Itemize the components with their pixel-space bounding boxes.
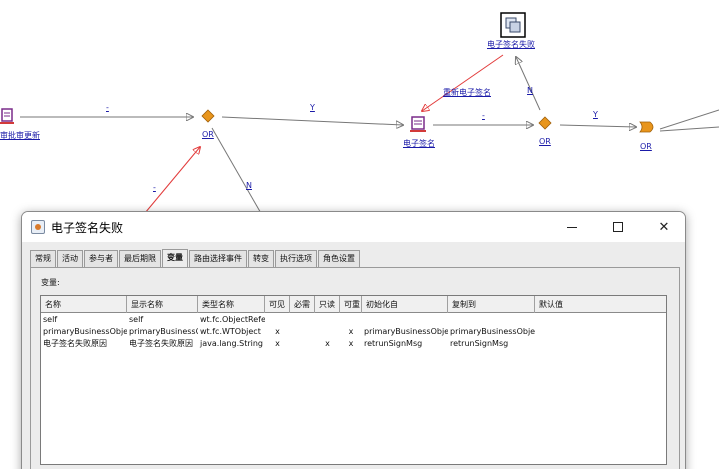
properties-dialog: 电子签名失败 ✕ 常规 活动 参与者 最后期限 变量 路由选择事件 转变 执行选… [21,211,686,469]
table-cell: wt.fc.WTObject [200,327,261,336]
table-cell: x [348,339,354,348]
tab-deadline[interactable]: 最后期限 [119,250,161,267]
table-cell: primaryBusinessObject [450,327,535,336]
table-row[interactable]: self self wt.fc.ObjectReference [41,314,666,326]
table-cell: retrunSignMsg [364,339,423,348]
table-cell: retrunSignMsg [450,339,509,348]
close-button[interactable]: ✕ [641,212,685,242]
table-cell [362,314,448,326]
maximize-button[interactable] [595,212,641,242]
edge-label[interactable]: 重新电子签名 [443,87,491,98]
column-header[interactable]: 初始化自 [362,296,448,313]
table-cell: x [275,339,280,348]
column-header[interactable]: 复制到 [448,296,535,313]
edge-label[interactable]: - [482,111,485,120]
edge-line [659,126,719,132]
tab-execution-options[interactable]: 执行选项 [275,250,317,267]
table-cell: self [43,315,58,324]
edge-label[interactable]: N [527,86,533,95]
table-cell: 电子签名失败原因 [43,339,107,348]
table-cell: x [275,327,280,336]
table-header: 名称 显示名称 类型名称 可见 必需 只读 可重 初始化自 复制到 默认值 [41,296,666,313]
table-cell [265,314,290,326]
tab-transitions[interactable]: 转变 [248,250,274,267]
table-cell: x [325,339,330,348]
table-cell: primaryBusinessObject [364,327,448,336]
node-label[interactable]: 电子签名 [403,138,435,149]
table-cell: primaryBusinessObject [43,327,127,336]
column-header[interactable]: 名称 [41,296,127,313]
table-cell: 电子签名失败原因 [129,339,193,348]
column-header[interactable]: 类型名称 [198,296,265,313]
dialog-title: 电子签名失败 [51,221,124,235]
tab-role-settings[interactable]: 角色设置 [318,250,360,267]
tab-participants[interactable]: 参与者 [84,250,118,267]
table-cell [315,314,340,326]
edge-label[interactable]: Y [593,110,598,119]
table-cell: x [348,327,354,336]
table-cell [290,338,315,350]
table-cell [448,314,535,326]
table-cell: wt.fc.ObjectReference [200,315,265,324]
tab-activity[interactable]: 活动 [57,250,83,267]
selected-task-icon[interactable] [500,12,526,38]
edge-label[interactable]: - [153,183,156,192]
edge-line [144,147,200,214]
column-header[interactable]: 必需 [290,296,315,313]
edge-line [221,116,403,125]
maximize-icon [613,222,623,232]
node-label[interactable]: 审批审更新 [0,130,40,141]
tab-routing-events[interactable]: 路由选择事件 [189,250,247,267]
column-header[interactable]: 显示名称 [127,296,198,313]
task-node-icon[interactable] [410,116,426,132]
minimize-button[interactable] [549,212,595,242]
edge-label[interactable]: Y [310,103,315,112]
column-header[interactable]: 只读 [315,296,340,313]
minimize-icon [567,226,577,228]
or-diamond-icon[interactable] [201,109,215,123]
table-cell [290,326,315,338]
tab-bar: 常规 活动 参与者 最后期限 变量 路由选择事件 转变 执行选项 角色设置 [30,249,361,267]
section-label: 变量: [41,278,60,287]
table-cell [535,326,668,338]
dialog-titlebar[interactable]: 电子签名失败 ✕ [22,212,685,242]
variables-panel: 变量: 名称 显示名称 类型名称 可见 必需 只读 可重 初始化自 复制到 默认… [30,267,680,469]
or-gate-icon[interactable] [639,121,654,133]
edge-label[interactable]: N [246,181,252,190]
node-label[interactable]: 电子签名失败 [487,39,535,50]
edge-line [659,109,719,130]
table-cell [535,338,668,350]
tab-general[interactable]: 常规 [30,250,56,267]
java-app-icon [31,220,45,234]
tab-variables[interactable]: 变量 [162,249,188,267]
column-header[interactable]: 默认值 [535,296,668,313]
or-diamond-icon[interactable] [538,116,552,130]
close-icon: ✕ [658,219,670,235]
table-cell: primaryBusinessObject [129,327,198,336]
table-cell [535,314,668,326]
edge-label[interactable]: - [106,103,109,112]
table-cell [315,326,340,338]
table-cell: java.lang.String [200,339,263,348]
edge-line [559,125,636,127]
table-cell: self [129,315,144,324]
edge-line [422,54,504,111]
table-cell [290,314,315,326]
edge-line [211,127,263,216]
table-row[interactable]: primaryBusinessObject primaryBusinessObj… [41,326,666,338]
task-node-icon[interactable] [0,108,14,124]
edge-line [516,57,541,111]
node-label[interactable]: OR [539,137,551,146]
variables-table[interactable]: 名称 显示名称 类型名称 可见 必需 只读 可重 初始化自 复制到 默认值 se… [40,295,667,465]
table-cell [340,314,362,326]
column-header[interactable]: 可重 [340,296,362,313]
table-row[interactable]: 电子签名失败原因 电子签名失败原因 java.lang.String x x x… [41,338,666,350]
column-header[interactable]: 可见 [265,296,290,313]
node-label[interactable]: OR [202,130,214,139]
node-label[interactable]: OR [640,142,652,151]
